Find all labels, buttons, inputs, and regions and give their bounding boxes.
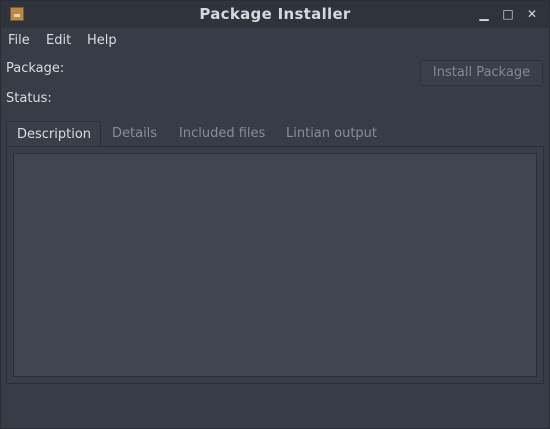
menu-file[interactable]: File (8, 33, 30, 48)
tab-included-files[interactable]: Included files (179, 121, 265, 147)
title-bar[interactable]: Package Installer ▁ □ ✕ (1, 1, 549, 28)
main-content: Package: Status: Install Package Descrip… (1, 52, 549, 428)
status-label: Status: (6, 91, 52, 106)
minimize-icon[interactable]: ▁ (477, 7, 491, 21)
package-installer-window: Package Installer ▁ □ ✕ File Edit Help P… (0, 0, 550, 429)
tab-details[interactable]: Details (112, 121, 157, 147)
install-package-button[interactable]: Install Package (420, 60, 543, 86)
menu-bar: File Edit Help (1, 28, 549, 52)
menu-help[interactable]: Help (87, 33, 117, 48)
window-title: Package Installer (199, 5, 351, 23)
tab-lintian-output[interactable]: Lintian output (286, 121, 377, 147)
close-icon[interactable]: ✕ (525, 7, 539, 21)
description-text-area[interactable] (13, 153, 537, 377)
menu-edit[interactable]: Edit (46, 33, 71, 48)
tab-bar: Description Details Included files Linti… (6, 121, 544, 147)
tab-panel (6, 146, 544, 384)
tab-description[interactable]: Description (6, 121, 101, 147)
package-label: Package: (6, 61, 65, 76)
maximize-icon[interactable]: □ (501, 7, 515, 21)
